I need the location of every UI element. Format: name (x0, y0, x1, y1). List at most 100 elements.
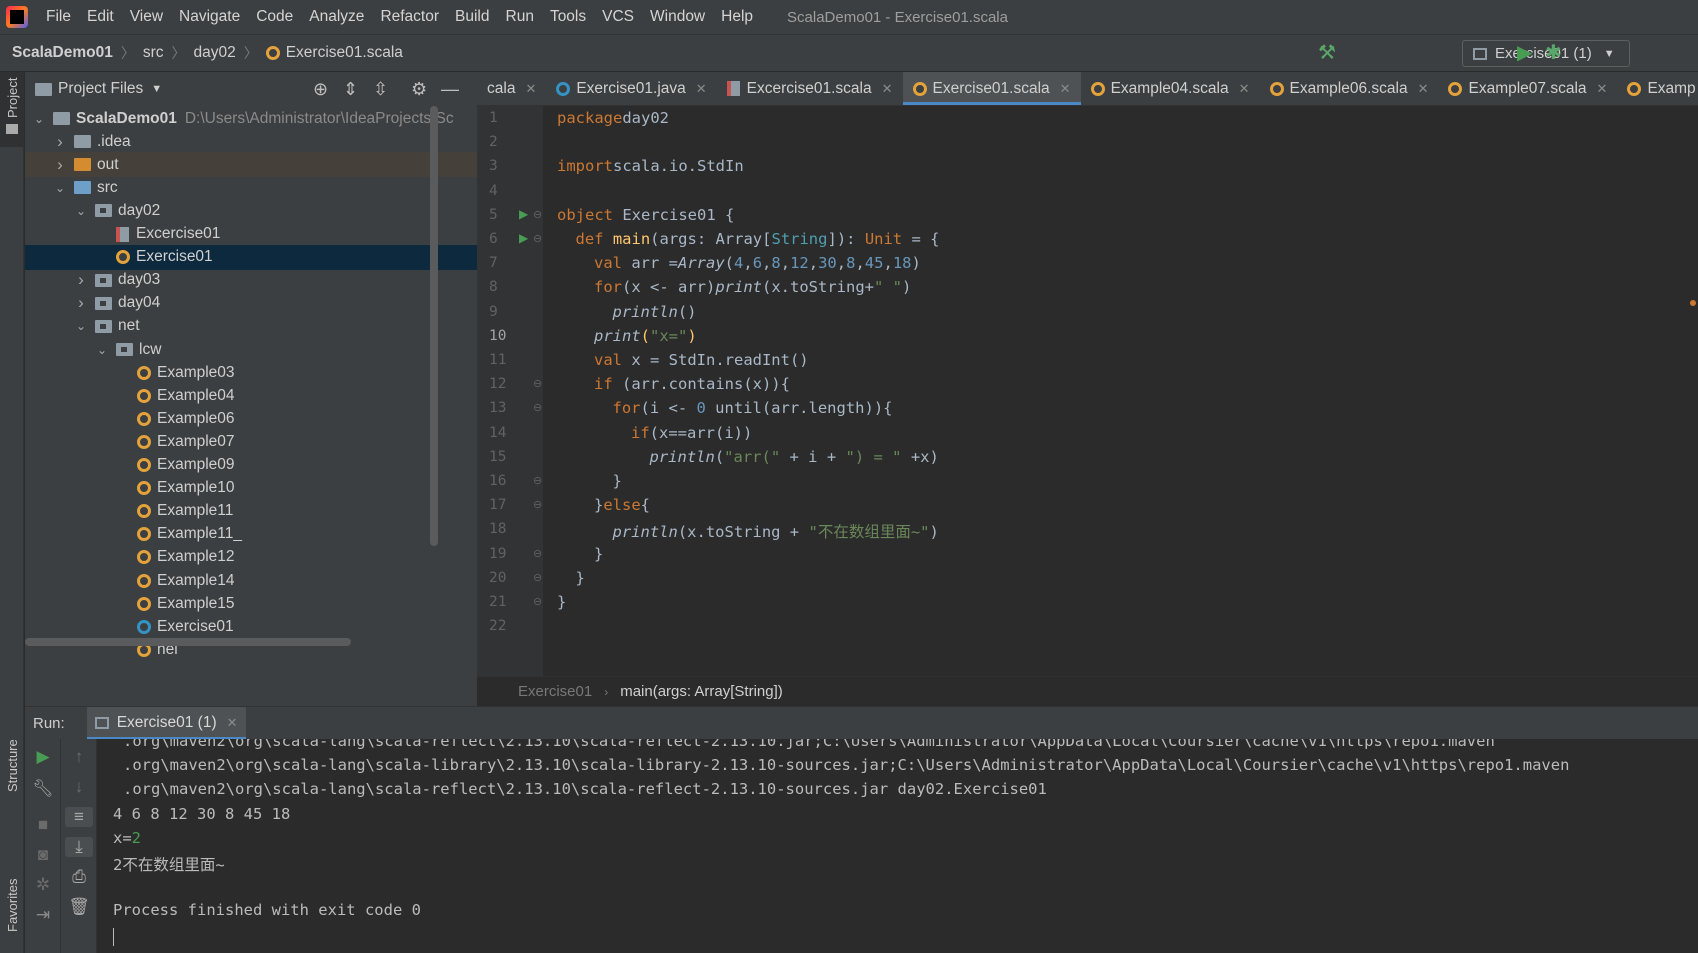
tree-item[interactable]: Example15 (25, 591, 477, 616)
menu-file[interactable]: File (46, 8, 71, 26)
run-gutter-icon[interactable]: ▶ (519, 231, 528, 245)
menu-run[interactable]: Run (506, 8, 534, 26)
fold-icon[interactable]: ⊖ (533, 474, 542, 487)
fold-icon[interactable]: ⊖ (533, 595, 542, 608)
tree-item[interactable]: Excercise01 (25, 222, 477, 247)
close-icon[interactable]: ✕ (227, 715, 238, 731)
tree-item[interactable]: › out (25, 152, 477, 178)
gear-icon[interactable]: ⚙ (411, 79, 427, 100)
menu-tools[interactable]: Tools (550, 8, 586, 26)
fold-icon[interactable]: ⊖ (533, 401, 542, 414)
arrow-up-icon[interactable]: ↑ (67, 747, 91, 767)
chevron-right-icon[interactable]: › (54, 132, 66, 152)
tree-item[interactable]: Example10 (25, 476, 477, 501)
close-icon[interactable]: ✕ (1597, 81, 1608, 97)
menu-help[interactable]: Help (721, 8, 753, 26)
collapse-all-icon[interactable]: ⇳ (373, 79, 388, 100)
close-icon[interactable]: ✕ (1060, 81, 1071, 97)
project-tool-label[interactable]: Project (5, 78, 20, 118)
editor-tab[interactable]: Excercise01.scala ✕ (717, 72, 903, 105)
editor-tab[interactable]: Examp (1617, 72, 1698, 105)
menu-view[interactable]: View (130, 8, 163, 26)
editor-tab[interactable]: Exercise01.scala ✕ (902, 72, 1081, 105)
build-hammer-icon[interactable]: ⚒ (1318, 40, 1342, 64)
arrow-down-icon[interactable]: ↓ (67, 777, 91, 797)
fold-icon[interactable]: ⊖ (533, 232, 542, 245)
chevron-down-icon[interactable]: ⌄ (33, 112, 45, 126)
menu-navigate[interactable]: Navigate (179, 8, 240, 26)
breadcrumb-file[interactable]: Exercise01.scala (286, 44, 403, 62)
tree-item[interactable]: ⌄ src (25, 175, 477, 200)
stop-icon[interactable]: ■ (31, 815, 55, 835)
editor-tab[interactable]: Example04.scala ✕ (1081, 72, 1260, 105)
project-view-selector[interactable]: Project Files (58, 80, 143, 98)
print-icon[interactable]: ⎙ (67, 867, 91, 887)
code-editor[interactable]: packageday02 importscala.io.StdIn object E… (543, 106, 1698, 676)
fold-icon[interactable]: ⊖ (533, 208, 542, 221)
editor-tab[interactable]: Example07.scala ✕ (1438, 72, 1617, 105)
fold-icon[interactable]: ⊖ (533, 377, 542, 390)
chevron-down-icon[interactable]: ⌄ (96, 343, 108, 357)
chevron-down-icon[interactable]: ⌄ (54, 181, 66, 195)
tree-horizontal-scrollbar[interactable] (25, 638, 351, 646)
tree-item[interactable]: Example12 (25, 545, 477, 570)
tree-item[interactable]: ⌄ ScalaDemo01 D:\Users\Administrator\IdeaP… (25, 106, 477, 131)
tree-item[interactable]: ⌄ net (25, 314, 477, 339)
rerun-icon[interactable]: ▶ (31, 747, 55, 767)
breadcrumb-project[interactable]: ScalaDemo01 (12, 44, 113, 62)
close-icon[interactable]: ✕ (882, 81, 893, 97)
error-stripe-marker[interactable] (1690, 300, 1696, 306)
tree-item[interactable]: Exercise01 (25, 244, 477, 270)
run-gutter-icon[interactable]: ▶ (519, 207, 528, 221)
debug-icon[interactable]: ✱ (1545, 40, 1565, 64)
tree-item[interactable]: ⌄ lcw (25, 337, 477, 362)
tree-item[interactable]: › .idea (25, 129, 477, 154)
trash-icon[interactable]: 🗑︎ (67, 897, 91, 917)
editor-crumb-method[interactable]: main(args: Array[String]) (620, 683, 783, 700)
chevron-right-icon[interactable]: › (75, 270, 87, 290)
menu-build[interactable]: Build (455, 8, 489, 26)
run-console[interactable]: .org\maven2\org\scala-lang\scala-reflect… (97, 739, 1698, 953)
tree-item[interactable]: Example14 (25, 568, 477, 593)
close-icon[interactable]: ✕ (696, 81, 707, 97)
exit-icon[interactable]: ⇥ (31, 905, 55, 925)
locate-icon[interactable]: ⊕ (313, 79, 328, 100)
close-icon[interactable]: ✕ (1418, 81, 1429, 97)
tree-item[interactable]: Exercise01 (25, 614, 477, 639)
fold-icon[interactable]: ⊖ (533, 498, 542, 511)
menu-vcs[interactable]: VCS (602, 8, 634, 26)
tree-item[interactable]: Example09 (25, 453, 477, 478)
menu-analyze[interactable]: Analyze (309, 8, 364, 26)
tree-vertical-scrollbar[interactable] (430, 106, 438, 546)
soft-wrap-icon[interactable]: ≡ (65, 807, 93, 827)
close-icon[interactable]: ✕ (1239, 81, 1250, 97)
tree-item[interactable]: Example06 (25, 406, 477, 431)
fold-icon[interactable]: ⊖ (533, 571, 542, 584)
run-icon[interactable]: ▶ (1517, 40, 1537, 64)
expand-all-icon[interactable]: ⇕ (343, 79, 358, 100)
close-icon[interactable]: ✕ (525, 81, 536, 97)
chevron-down-icon[interactable]: ⌄ (75, 204, 87, 218)
menu-edit[interactable]: Edit (87, 8, 114, 26)
bug-icon[interactable]: ✲ (31, 875, 55, 895)
tree-item[interactable]: Example11_ (25, 522, 477, 547)
wrench-icon[interactable]: 🔧︎ (31, 779, 55, 799)
breadcrumb-day02[interactable]: day02 (193, 44, 235, 62)
structure-tool-label[interactable]: Structure (5, 739, 20, 792)
tree-item[interactable]: › day03 (25, 268, 477, 293)
breadcrumb-src[interactable]: src (143, 44, 164, 62)
chevron-right-icon[interactable]: › (75, 293, 87, 313)
tree-item[interactable]: Example04 (25, 383, 477, 408)
chevron-down-icon[interactable]: ▼ (151, 83, 162, 95)
tree-item[interactable]: Example11 (25, 499, 477, 524)
tree-item[interactable]: Example03 (25, 360, 477, 385)
hide-icon[interactable]: — (441, 79, 459, 100)
menu-refactor[interactable]: Refactor (380, 8, 439, 26)
scroll-to-end-icon[interactable]: ⤓ (65, 837, 93, 857)
run-tab[interactable]: Exercise01 (1) ✕ (86, 706, 246, 740)
fold-icon[interactable]: ⊖ (533, 547, 542, 560)
camera-icon[interactable]: ◙ (31, 845, 55, 865)
tree-item[interactable]: ⌄ day02 (25, 198, 477, 223)
favorites-tool-label[interactable]: Favorites (5, 879, 20, 932)
editor-tab[interactable]: Exercise01.java ✕ (546, 72, 716, 105)
